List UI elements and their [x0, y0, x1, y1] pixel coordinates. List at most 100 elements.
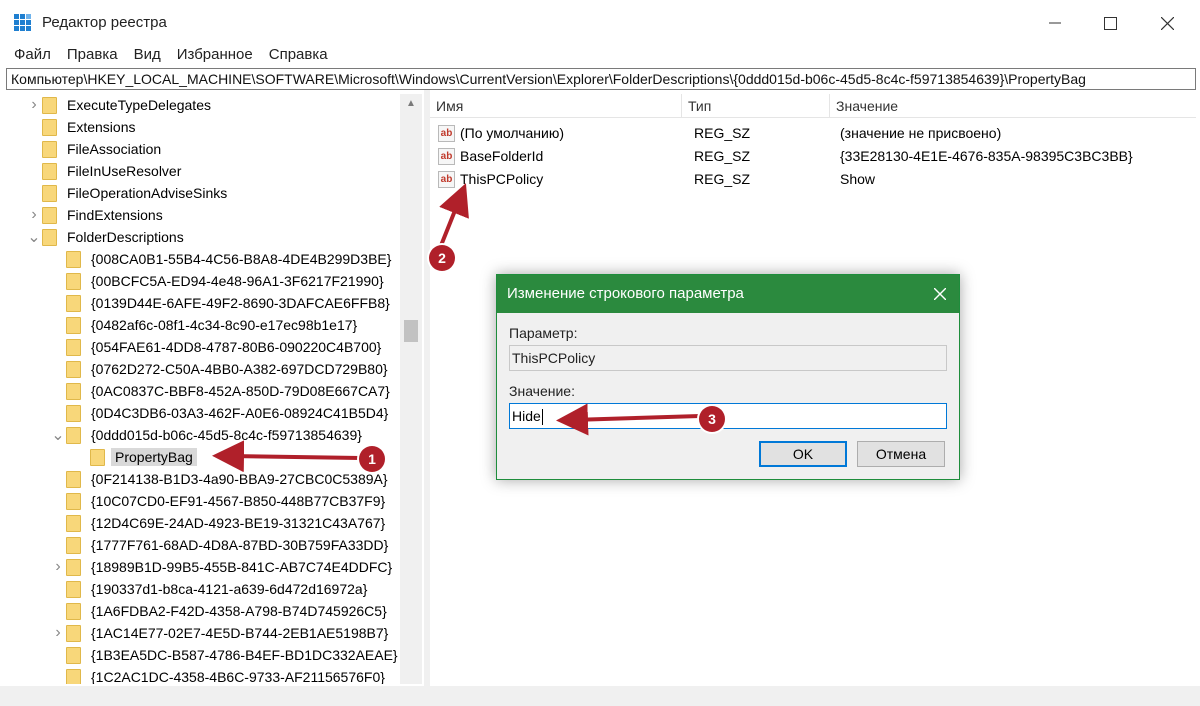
scrollbar-thumb[interactable] — [404, 320, 418, 342]
tree-item[interactable]: FileAssociation — [26, 138, 165, 160]
minimize-button[interactable] — [1026, 0, 1084, 46]
chevron-right-icon[interactable]: › — [50, 622, 66, 644]
list-item[interactable]: ab BaseFolderId REG_SZ {33E28130-4E1E-46… — [430, 145, 1196, 168]
tree-item[interactable]: {0D4C3DB6-03A3-462F-A0E6-08924C41B5D4} — [50, 402, 392, 424]
value-label: Значение: — [509, 383, 575, 399]
tree-item-label: {1C2AC1DC-4358-4B6C-9733-AF21156576F0} — [91, 669, 385, 684]
chevron-down-icon[interactable]: ⌄ — [50, 424, 66, 446]
tree-item-label: {0ddd015d-b06c-45d5-8c4c-f59713854639} — [91, 427, 362, 443]
column-name-header[interactable]: Имя — [430, 94, 682, 118]
tree-item[interactable]: {00BCFC5A-ED94-4e48-96A1-3F6217F21990} — [50, 270, 388, 292]
folder-icon — [66, 338, 81, 356]
value-data-input[interactable]: Hide — [509, 403, 947, 429]
chevron-right-icon[interactable]: › — [26, 204, 42, 226]
close-window-button[interactable] — [1138, 0, 1196, 46]
cancel-button[interactable]: Отмена — [857, 441, 945, 467]
tree-item[interactable]: › {1AC14E77-02E7-4E5D-B744-2EB1AE5198B7} — [50, 622, 392, 644]
chevron-right-icon[interactable]: › — [26, 94, 42, 116]
tree-item[interactable]: › FindExtensions — [26, 204, 167, 226]
list-item[interactable]: ab ThisPCPolicy REG_SZ Show — [430, 168, 1196, 191]
chevron-down-icon[interactable]: ⌄ — [26, 226, 42, 248]
ok-button[interactable]: OK — [759, 441, 847, 467]
minimize-icon — [1049, 22, 1061, 24]
tree-item-label: FindExtensions — [67, 207, 163, 223]
tree-item[interactable]: › ExecuteTypeDelegates — [26, 94, 215, 116]
folder-icon — [66, 558, 81, 576]
folder-icon — [66, 580, 81, 598]
address-bar[interactable]: Компьютер\HKEY_LOCAL_MACHINE\SOFTWARE\Mi… — [6, 68, 1196, 90]
tree-item[interactable]: PropertyBag — [74, 446, 197, 468]
chevron-right-icon[interactable]: › — [50, 556, 66, 578]
column-type-header[interactable]: Тип — [682, 94, 830, 118]
tree-item-label: {008CA0B1-55B4-4C56-B8A8-4DE4B299D3BE} — [91, 251, 392, 267]
tree-item-label: FileOperationAdviseSinks — [67, 185, 228, 201]
value-data-text: Hide — [512, 408, 541, 424]
param-name-field: ThisPCPolicy — [509, 345, 947, 371]
tree-item[interactable]: ⌄ FolderDescriptions — [26, 226, 188, 248]
menu-help[interactable]: Справка — [261, 44, 336, 68]
dialog-close-button[interactable] — [929, 283, 951, 305]
folder-icon — [66, 272, 81, 290]
column-value-header[interactable]: Значение — [830, 94, 1196, 118]
folder-icon — [42, 96, 57, 114]
tree-item[interactable]: {054FAE61-4DD8-4787-80B6-090220C4B700} — [50, 336, 385, 358]
folder-icon — [42, 118, 57, 136]
tree-item-label: FileInUseResolver — [67, 163, 182, 179]
menu-edit[interactable]: Правка — [59, 44, 126, 68]
tree-item[interactable]: ⌄ {0ddd015d-b06c-45d5-8c4c-f59713854639} — [50, 424, 366, 446]
value-type: REG_SZ — [694, 148, 751, 164]
tree-item[interactable]: {1C2AC1DC-4358-4B6C-9733-AF21156576F0} — [50, 666, 389, 684]
text-caret — [541, 409, 543, 426]
tree-item[interactable]: {12D4C69E-24AD-4923-BE19-31321C43A767} — [50, 512, 389, 534]
tree-item-label: FolderDescriptions — [67, 229, 184, 245]
tree-item[interactable]: FileInUseResolver — [26, 160, 185, 182]
folder-icon — [42, 206, 57, 224]
tree-item[interactable]: › {18989B1D-99B5-455B-841C-AB7C74E4DDFC} — [50, 556, 396, 578]
menu-view[interactable]: Вид — [126, 44, 169, 68]
tree-item[interactable]: {0482af6c-08f1-4c34-8c90-e17ec98b1e17} — [50, 314, 361, 336]
tree-item-label: {10C07CD0-EF91-4567-B850-448B77CB37F9} — [91, 493, 386, 509]
step-3-badge: 3 — [699, 406, 725, 432]
tree-item[interactable]: FileOperationAdviseSinks — [26, 182, 231, 204]
tree-item-label: {0762D272-C50A-4BB0-A382-697DCD729B80} — [91, 361, 388, 377]
window-title: Редактор реестра — [42, 14, 167, 31]
menu-favorites[interactable]: Избранное — [169, 44, 261, 68]
tree-item[interactable]: {0AC0837C-BBF8-452A-850D-79D08E667CA7} — [50, 380, 394, 402]
list-item[interactable]: ab (По умолчанию) REG_SZ (значение не пр… — [430, 122, 1196, 145]
folder-icon — [42, 162, 57, 180]
tree-item[interactable]: {0762D272-C50A-4BB0-A382-697DCD729B80} — [50, 358, 392, 380]
folder-icon — [66, 536, 81, 554]
value-name: BaseFolderId — [460, 148, 544, 164]
close-icon — [1160, 16, 1174, 30]
value-name: ThisPCPolicy — [460, 171, 544, 187]
tree-item[interactable]: {190337d1-b8ca-4121-a639-6d472d16972a} — [50, 578, 371, 600]
string-value-icon: ab — [438, 125, 455, 142]
tree-item[interactable]: {1B3EA5DC-B587-4786-B4EF-BD1DC332AEAE} — [50, 644, 402, 666]
tree-item[interactable]: {10C07CD0-EF91-4567-B850-448B77CB37F9} — [50, 490, 389, 512]
tree-scrollbar[interactable]: ▲ — [400, 94, 422, 684]
tree-item[interactable]: {008CA0B1-55B4-4C56-B8A8-4DE4B299D3BE} — [50, 248, 395, 270]
maximize-button[interactable] — [1081, 0, 1139, 46]
title-bar: Редактор реестра — [0, 0, 1200, 46]
folder-icon — [66, 250, 81, 268]
list-header: Имя Тип Значение — [430, 94, 1196, 118]
tree-item[interactable]: Extensions — [26, 116, 139, 138]
tree-item[interactable]: {1777F761-68AD-4D8A-87BD-30B759FA33DD} — [50, 534, 392, 556]
value-type: REG_SZ — [694, 171, 751, 187]
scroll-up-arrow-icon[interactable]: ▲ — [400, 94, 422, 112]
tree-item-label: {0482af6c-08f1-4c34-8c90-e17ec98b1e17} — [91, 317, 358, 333]
menu-file[interactable]: Файл — [6, 44, 59, 68]
tree-item[interactable]: {1A6FDBA2-F42D-4358-A798-B74D745926C5} — [50, 600, 391, 622]
tree-item[interactable]: {0139D44E-6AFE-49F2-8690-3DAFCAE6FFB8} — [50, 292, 394, 314]
tree-item-label: {0F214138-B1D3-4a90-BBA9-27CBC0C5389A} — [91, 471, 388, 487]
tree-item[interactable]: {0F214138-B1D3-4a90-BBA9-27CBC0C5389A} — [50, 468, 392, 490]
edit-string-dialog: Изменение строкового параметра Параметр:… — [496, 274, 960, 480]
